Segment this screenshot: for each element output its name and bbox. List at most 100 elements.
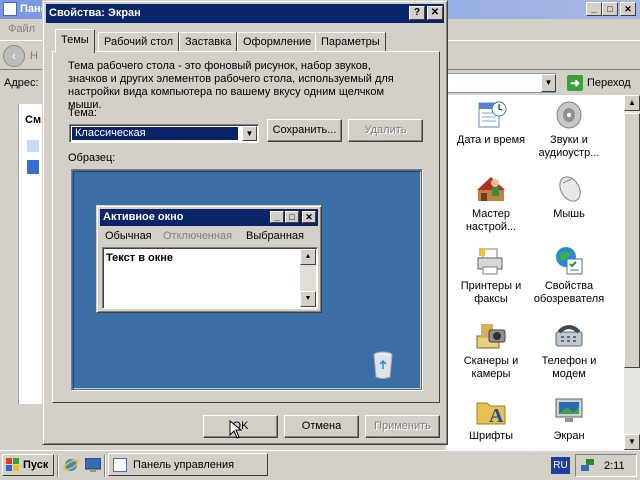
cp-item-label: Сканеры и камеры (463, 355, 519, 380)
cp-item-network-wizard[interactable]: Мастер настрой... (452, 173, 530, 234)
cp-item-label: Мышь (553, 208, 585, 220)
left-panel-link-icon[interactable] (27, 140, 39, 152)
delete-theme-button[interactable]: Удалить (348, 119, 423, 142)
taskbar-separator (57, 455, 59, 477)
taskbar-item-label: Панель управления (133, 459, 235, 471)
apply-button[interactable]: Применить (365, 415, 440, 438)
mouse-cursor-icon (229, 420, 243, 439)
close-button[interactable]: ✕ (620, 2, 636, 16)
cp-item-fonts[interactable]: A Шрифты (452, 395, 530, 443)
theme-select[interactable]: Классическая ▼ (69, 124, 259, 143)
cp-item-label: Экран (553, 430, 585, 442)
cp-item-phone-modem[interactable]: Телефон и модем (530, 320, 608, 381)
help-button[interactable]: ? (409, 6, 425, 20)
menu-file[interactable]: Файл (8, 23, 35, 35)
tab-desktop[interactable]: Рабочий стол (98, 32, 180, 52)
left-panel-link-icon[interactable] (27, 160, 39, 174)
preview-menu-selected: Выбранная (246, 230, 305, 242)
cp-item-label: Свойства обозревателя (533, 280, 605, 305)
control-panel-items: Дата и время Звуки и аудиоустр... Мастер… (446, 95, 624, 450)
preview-minimize-icon: _ (270, 211, 284, 223)
address-label: Адрес: (4, 77, 39, 89)
calendar-clock-icon (475, 99, 507, 131)
preview-menu: Обычная Отключенная Выбранная (100, 227, 318, 245)
vertical-scrollbar[interactable]: ▲ ▼ (624, 95, 640, 450)
go-arrow-icon[interactable]: ➜ (567, 75, 583, 91)
preview-close-icon: ✕ (302, 211, 316, 223)
cp-item-label: Шрифты (468, 430, 514, 442)
phone-modem-icon (553, 320, 585, 352)
clock[interactable]: 2:11 (604, 460, 625, 472)
taskbar: Пуск Панель управления RU 2:11 (0, 450, 640, 480)
recycle-bin-icon (372, 350, 394, 380)
back-button[interactable]: ‹ (3, 45, 25, 67)
preview-text-area: Текст в окне ▲ ▼ (102, 247, 318, 309)
cp-item-date-time[interactable]: Дата и время (452, 99, 530, 147)
cp-item-label: Телефон и модем (541, 355, 597, 380)
theme-selected-value: Классическая (72, 127, 238, 140)
show-desktop-icon[interactable] (85, 458, 101, 472)
internet-options-icon (553, 245, 585, 277)
start-label: Пуск (23, 459, 49, 471)
display-icon (553, 395, 585, 427)
speaker-icon (553, 99, 585, 131)
sample-label: Образец: (68, 152, 116, 164)
tab-themes[interactable]: Темы (55, 29, 95, 53)
dialog-title: Свойства: Экран (49, 7, 141, 19)
cp-item-label: Дата и время (456, 134, 526, 146)
preview-maximize-icon: □ (285, 211, 299, 223)
scroll-up-button[interactable]: ▲ (624, 95, 640, 111)
scanner-camera-icon (475, 320, 507, 352)
dialog-titlebar[interactable]: Свойства: Экран ? ✕ (46, 4, 444, 23)
maximize-button[interactable]: □ (602, 2, 618, 16)
windows-flag-icon (6, 458, 19, 471)
scroll-up-icon: ▲ (300, 249, 316, 265)
start-button[interactable]: Пуск (2, 454, 54, 476)
address-dropdown-button[interactable]: ▼ (541, 74, 556, 92)
display-properties-dialog: Свойства: Экран ? ✕ Темы Рабочий стол За… (42, 0, 448, 445)
cp-item-internet-options[interactable]: Свойства обозревателя (530, 245, 608, 306)
scroll-down-button[interactable]: ▼ (624, 434, 640, 450)
scroll-down-icon: ▼ (300, 291, 316, 307)
svg-text:A: A (489, 405, 504, 427)
cp-item-scanners[interactable]: Сканеры и камеры (452, 320, 530, 381)
system-tray: 2:11 (575, 454, 637, 477)
cp-item-sounds[interactable]: Звуки и аудиоустр... (530, 99, 608, 160)
preview-window-title: Активное окно (103, 211, 184, 223)
theme-label: Тема: (68, 107, 97, 119)
tab-appearance[interactable]: Оформление (237, 32, 318, 52)
preview-scrollbar: ▲ ▼ (300, 249, 316, 307)
preview-window-text: Текст в окне (106, 252, 174, 264)
go-button[interactable]: Переход (587, 77, 631, 89)
close-button[interactable]: ✕ (427, 6, 443, 20)
chevron-down-icon[interactable]: ▼ (242, 126, 257, 141)
cp-item-label: Мастер настрой... (465, 208, 517, 233)
cp-item-display[interactable]: Экран (530, 395, 608, 443)
cp-item-label: Принтеры и факсы (460, 280, 522, 305)
network-wizard-icon (475, 173, 507, 205)
minimize-button[interactable]: _ (586, 2, 602, 16)
preview-active-window: Активное окно _ □ ✕ Обычная Отключенная … (96, 205, 322, 313)
language-indicator[interactable]: RU (551, 457, 570, 474)
preview-menu-normal: Обычная (105, 230, 152, 242)
cp-item-printers[interactable]: Принтеры и факсы (452, 245, 530, 306)
network-tray-icon[interactable] (581, 459, 595, 472)
tab-screensaver[interactable]: Заставка (179, 32, 238, 52)
mouse-icon (553, 173, 585, 205)
tab-settings[interactable]: Параметры (315, 32, 386, 52)
address-input[interactable] (444, 73, 556, 93)
fonts-folder-icon: A (475, 395, 507, 427)
theme-preview: Активное окно _ □ ✕ Обычная Отключенная … (71, 169, 423, 391)
taskbar-item-control-panel[interactable]: Панель управления (108, 453, 268, 476)
back-label[interactable]: Н (30, 50, 38, 62)
taskbar-separator (104, 455, 106, 477)
control-panel-icon (3, 2, 17, 16)
internet-explorer-icon[interactable] (63, 457, 79, 473)
cp-item-mouse[interactable]: Мышь (530, 173, 608, 221)
scroll-thumb[interactable] (624, 113, 640, 368)
cancel-button[interactable]: Отмена (284, 415, 359, 438)
themes-description: Тема рабочего стола - это фоновый рисуно… (68, 60, 394, 111)
cp-item-label: Звуки и аудиоустр... (538, 134, 600, 159)
printer-icon (475, 245, 507, 277)
save-theme-button[interactable]: Сохранить... (267, 119, 342, 142)
